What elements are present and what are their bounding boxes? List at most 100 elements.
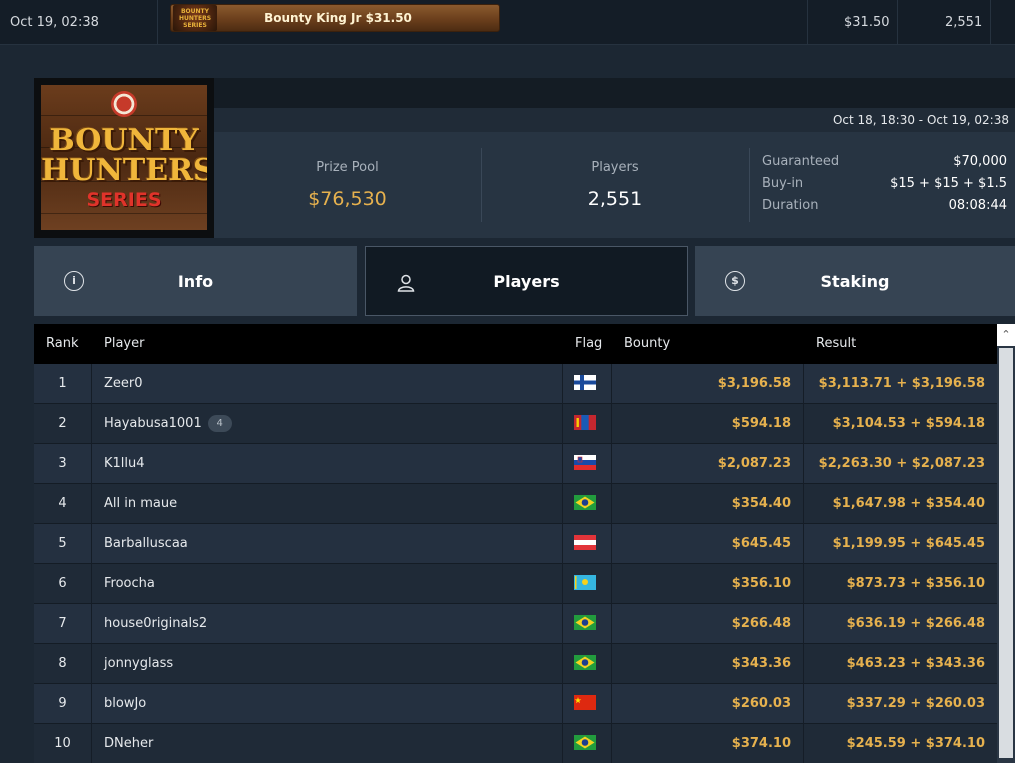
flag-brazil-icon (574, 655, 596, 670)
bounty-cell: $2,087.23 (717, 456, 791, 471)
player-name: K1llu4 (104, 456, 145, 471)
tournament-list-row[interactable]: Oct 19, 02:38 BOUNTY HUNTERS SERIES Boun… (0, 0, 1015, 45)
meta-guaranteed: Guaranteed $70,000 (762, 154, 1007, 169)
rank-cell: 6 (58, 576, 67, 591)
tournament-name: Bounty King Jr $31.50 (264, 11, 412, 25)
tournament-stats: Prize Pool $76,530 Players 2,551 Guarant… (214, 132, 1015, 238)
table-header: Rank Player Flag Bounty Result (34, 324, 997, 364)
table-row[interactable]: 1 Zeer0 $3,196.58 $3,113.71 + $3,196.58 (34, 364, 997, 404)
bounty-hunters-mini-logo: BOUNTY HUNTERS SERIES (173, 5, 217, 31)
rank-cell: 10 (54, 736, 71, 751)
column-result[interactable]: Result (816, 324, 856, 364)
players-stat: Players 2,551 (482, 132, 748, 238)
cell-divider (562, 644, 563, 684)
stat-divider (749, 148, 750, 222)
column-flag[interactable]: Flag (575, 324, 602, 364)
player-cell[interactable]: blowJo (104, 684, 146, 724)
rank-cell: 7 (58, 616, 67, 631)
flag-austria-icon (574, 535, 596, 550)
cell-divider (562, 444, 563, 484)
table-row[interactable]: 8 jonnyglass $343.36 $463.23 + $343.36 (34, 644, 997, 684)
rank-cell: 9 (58, 696, 67, 711)
rank-cell: 5 (58, 536, 67, 551)
cell-divider (91, 604, 92, 644)
column-divider (897, 0, 898, 45)
scrollbar[interactable]: ⌃ (997, 324, 1015, 763)
row-date: Oct 19, 02:38 (10, 15, 99, 30)
player-cell[interactable]: Zeer0 (104, 364, 143, 404)
player-name: Barballuscaa (104, 536, 188, 551)
flag-brazil-icon (574, 735, 596, 750)
player-cell[interactable]: Barballuscaa (104, 524, 188, 564)
table-row[interactable]: 7 house0riginals2 $266.48 $636.19 + $266.48 (34, 604, 997, 644)
table-row[interactable]: 5 Barballuscaa $645.45 $1,199.95 + $645.45 (34, 524, 997, 564)
column-bounty[interactable]: Bounty (624, 324, 670, 364)
bounty-cell: $343.36 (731, 656, 791, 671)
bounty-cell: $645.45 (731, 536, 791, 551)
result-cell: $2,263.30 + $2,087.23 (818, 456, 985, 471)
rank-cell: 2 (58, 416, 67, 431)
cell-divider (562, 404, 563, 444)
flag-brazil-icon (574, 615, 596, 630)
table-row[interactable]: 4 All in maue $354.40 $1,647.98 + $354.40 (34, 484, 997, 524)
player-cell[interactable]: DNeher (104, 724, 153, 763)
cell-divider (91, 364, 92, 404)
cell-divider (91, 564, 92, 604)
player-name: Hayabusa1001 (104, 416, 202, 431)
row-players: 2,551 (945, 15, 983, 30)
tab-info[interactable]: i Info (34, 246, 357, 316)
scroll-up-arrow-icon[interactable]: ⌃ (997, 324, 1015, 346)
column-player[interactable]: Player (104, 324, 144, 364)
column-divider (807, 0, 808, 45)
player-name: Zeer0 (104, 376, 143, 391)
bounty-cell: $260.03 (731, 696, 791, 711)
info-icon: i (64, 271, 84, 291)
cell-divider (91, 644, 92, 684)
flag-mongolia-icon (574, 415, 596, 430)
poker-chip-icon (111, 91, 137, 117)
table-body: 1 Zeer0 $3,196.58 $3,113.71 + $3,196.58 2 Hay… (34, 364, 997, 763)
result-cell: $1,199.95 + $645.45 (832, 536, 985, 551)
user-icon (397, 274, 415, 292)
player-cell[interactable]: Froocha (104, 564, 155, 604)
cell-divider (91, 524, 92, 564)
player-name: Froocha (104, 576, 155, 591)
result-cell: $463.23 + $343.36 (846, 656, 985, 671)
player-cell[interactable]: All in maue (104, 484, 177, 524)
flag-kazakhstan-icon (574, 575, 596, 590)
cell-divider (562, 564, 563, 604)
cell-divider (562, 724, 563, 763)
table-row[interactable]: 6 Froocha $356.10 $873.73 + $356.10 (34, 564, 997, 604)
scrollbar-thumb[interactable] (999, 348, 1013, 758)
cell-divider (91, 484, 92, 524)
flag-brazil-icon (574, 495, 596, 510)
meta-buyin: Buy-in $15 + $15 + $1.5 (762, 176, 1007, 191)
cell-divider (562, 484, 563, 524)
header-strip (214, 78, 1015, 108)
flag-finland-icon (574, 375, 596, 390)
column-rank[interactable]: Rank (46, 324, 78, 364)
tab-staking[interactable]: $ Staking (695, 246, 1015, 316)
player-badge: 4 (207, 415, 232, 432)
player-cell[interactable]: jonnyglass (104, 644, 173, 684)
rank-cell: 4 (58, 496, 67, 511)
flag-slovenia-icon (574, 455, 596, 470)
table-row[interactable]: 2 Hayabusa1001 4 $594.18 $3,104.53 + $594.18 (34, 404, 997, 444)
tournament-banner[interactable]: BOUNTY HUNTERS SERIES Bounty King Jr $31… (170, 4, 500, 32)
player-name: house0riginals2 (104, 616, 208, 631)
table-row[interactable]: 10 DNeher $374.10 $245.59 + $374.10 (34, 724, 997, 763)
result-cell: $636.19 + $266.48 (846, 616, 985, 631)
table-row[interactable]: 3 K1llu4 $2,087.23 $2,263.30 + $2,087.23 (34, 444, 997, 484)
table-row[interactable]: 9 blowJo $260.03 $337.29 + $260.03 (34, 684, 997, 724)
tab-players[interactable]: Players (365, 246, 688, 316)
tournament-logo: BOUNTY HUNTERS SERIES (34, 78, 214, 238)
player-cell[interactable]: K1llu4 (104, 444, 145, 484)
bounty-hunters-logo: BOUNTY HUNTERS SERIES (41, 85, 207, 230)
result-cell: $873.73 + $356.10 (846, 576, 985, 591)
cell-divider (562, 364, 563, 404)
dollar-cycle-icon: $ (725, 271, 745, 291)
result-cell: $245.59 + $374.10 (846, 736, 985, 751)
row-buyin: $31.50 (844, 15, 890, 30)
player-cell[interactable]: house0riginals2 (104, 604, 207, 644)
player-cell[interactable]: Hayabusa1001 4 (104, 404, 232, 444)
